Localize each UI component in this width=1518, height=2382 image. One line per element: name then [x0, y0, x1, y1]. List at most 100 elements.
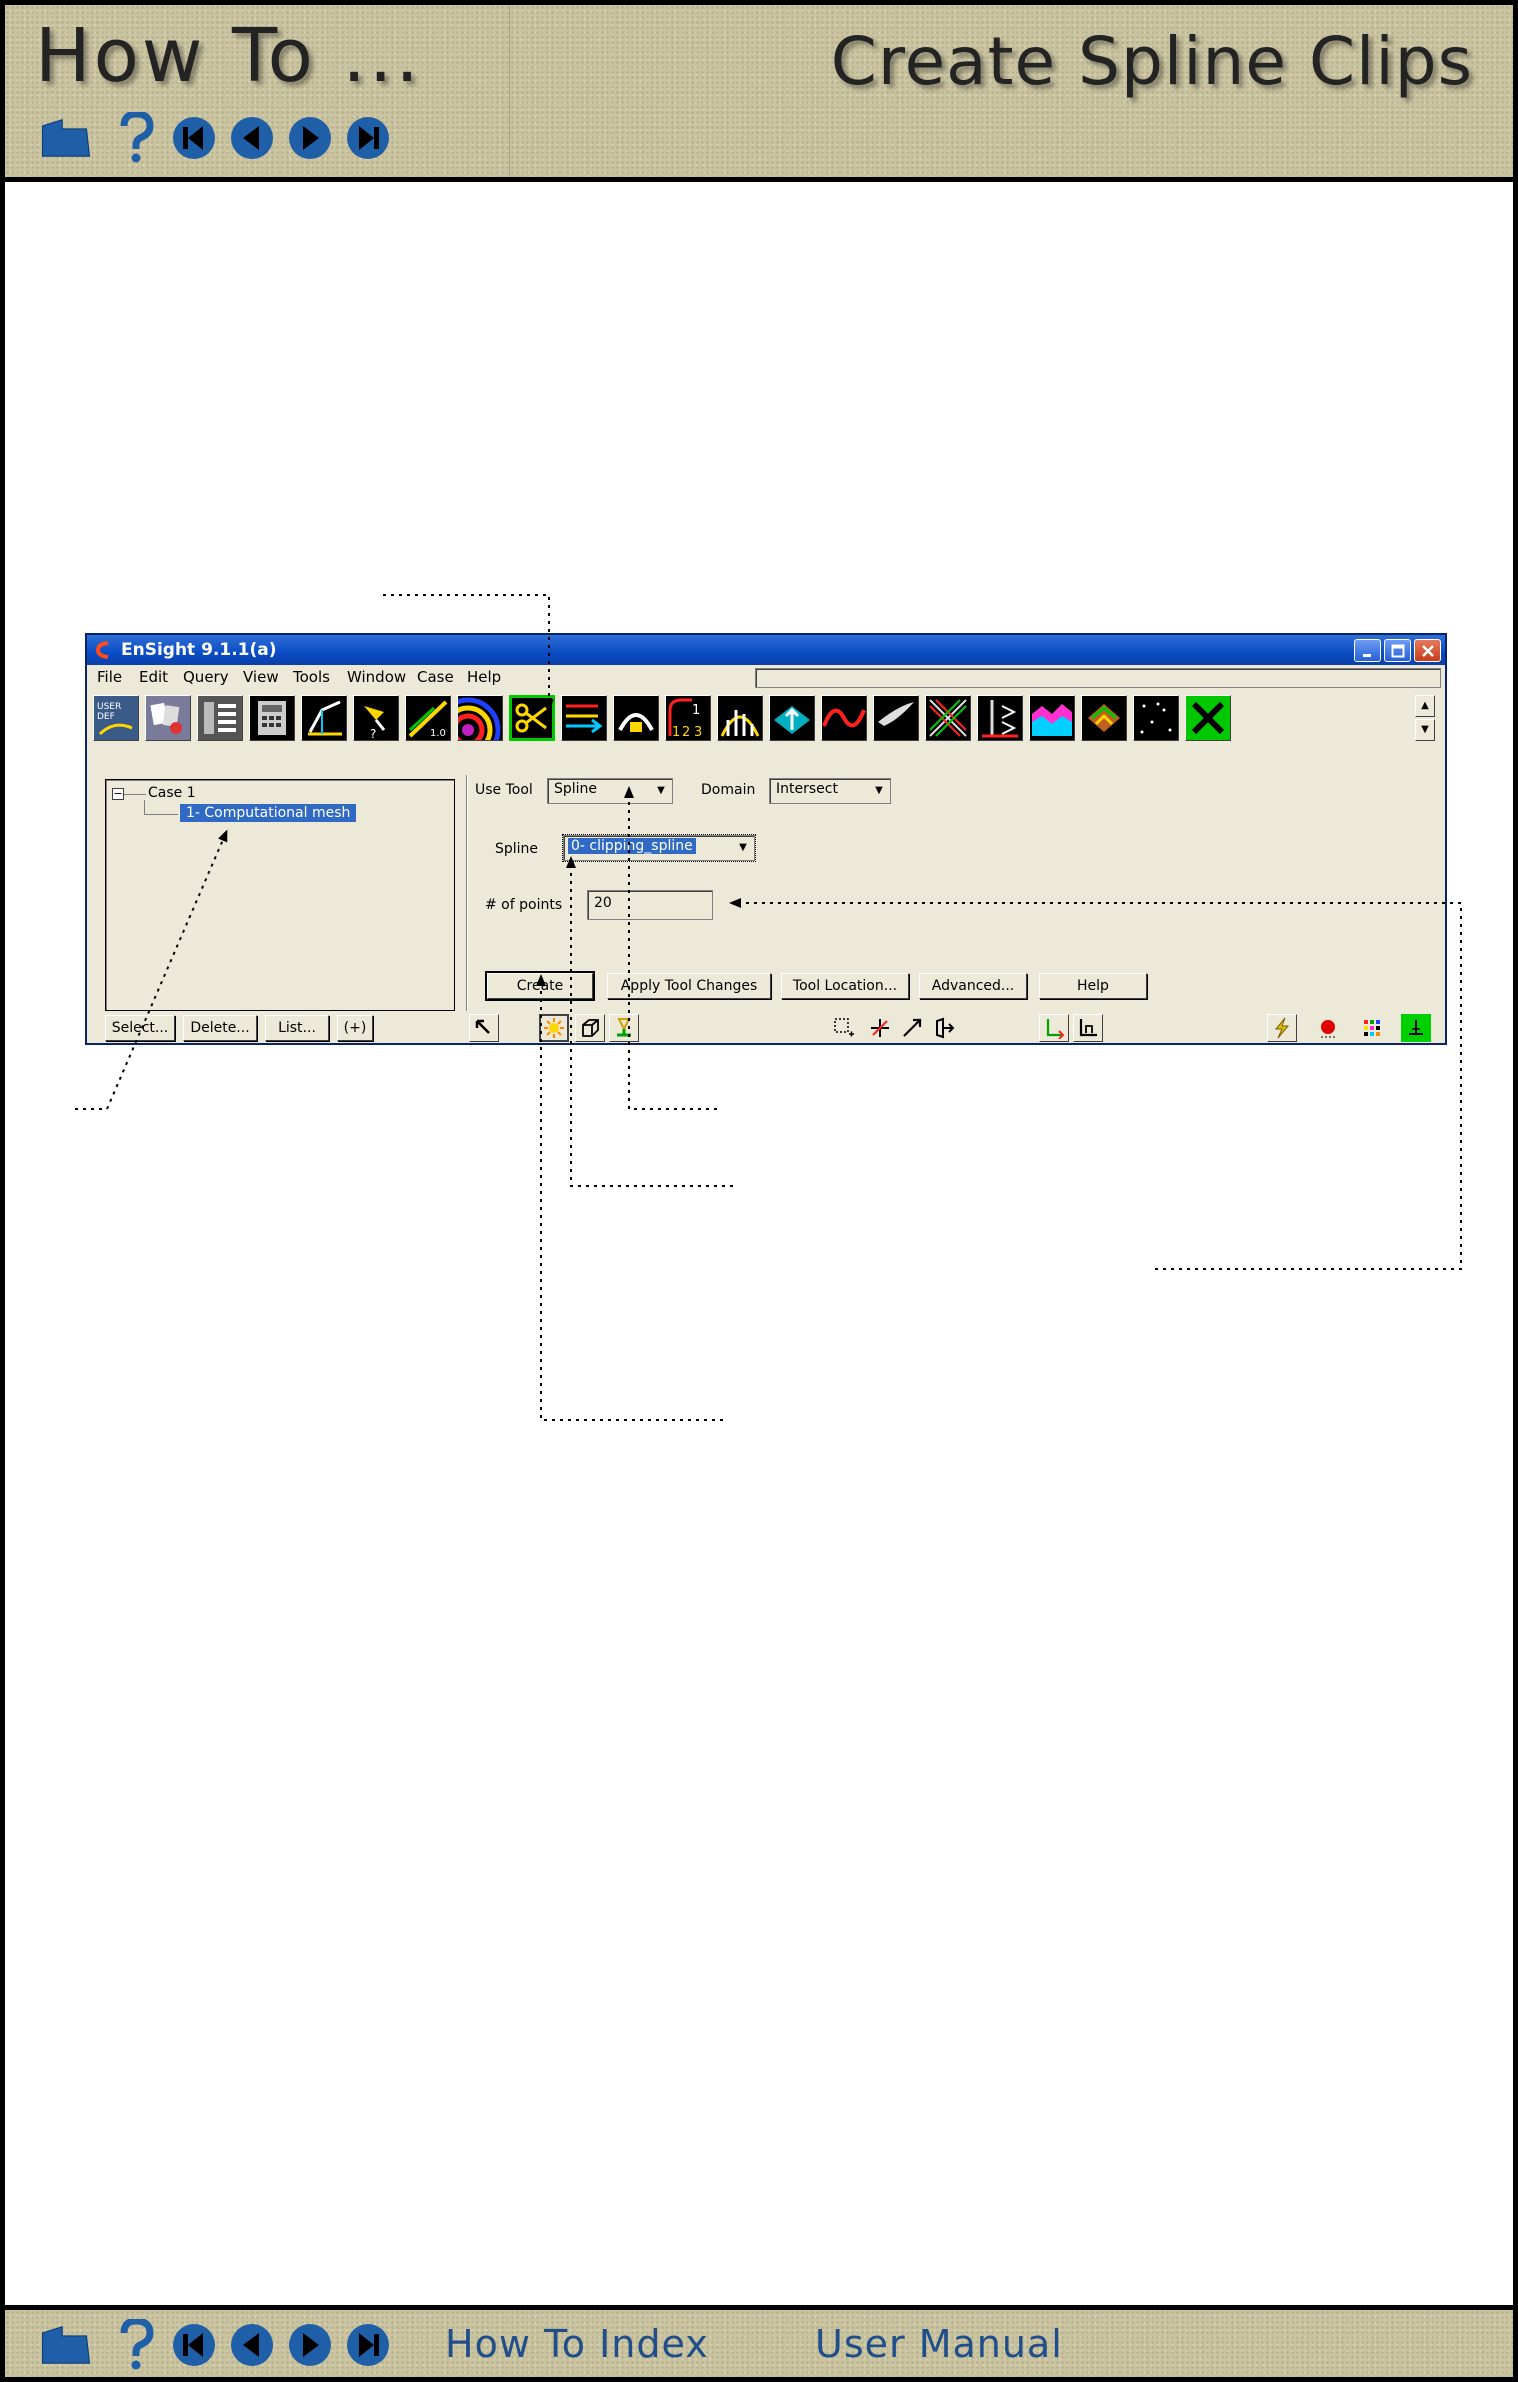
svg-text:1: 1	[672, 725, 680, 740]
menu-case[interactable]: Case	[417, 668, 454, 686]
maximize-button[interactable]	[1384, 639, 1411, 662]
subset-icon[interactable]	[977, 695, 1023, 741]
point-part-icon[interactable]	[1081, 695, 1127, 741]
help-button[interactable]: Help	[1039, 973, 1147, 999]
close-button[interactable]	[1414, 639, 1441, 662]
feature-toolbar: USER DEF ? 1.0 1 1 2 3 ▲ ▼	[93, 693, 1435, 743]
menu-tools[interactable]: Tools	[293, 668, 330, 686]
mesh-plot-icon[interactable]	[1401, 1014, 1431, 1042]
vortex-core-icon[interactable]	[873, 695, 919, 741]
lightning-icon[interactable]	[1267, 1014, 1297, 1042]
spline-select[interactable]: 0- clipping_spline ▼	[562, 834, 756, 862]
tensor-glyph-icon[interactable]: 1123	[665, 695, 711, 741]
list-button[interactable]: List...	[265, 1015, 329, 1041]
tree-case-label[interactable]: Case 1	[148, 785, 196, 801]
page-header: How To ... Create Spline Clips	[5, 5, 1513, 182]
help-icon[interactable]	[111, 112, 161, 163]
tree-connector	[144, 800, 145, 814]
extract-icon[interactable]	[1133, 695, 1179, 741]
user-manual-link[interactable]: User Manual	[815, 2322, 1063, 2366]
clip-tool-icon[interactable]	[509, 695, 555, 741]
minimize-button[interactable]	[1354, 639, 1381, 662]
create-parts-icon[interactable]	[145, 695, 191, 741]
tool-location-button[interactable]: Tool Location...	[781, 973, 909, 999]
profile-icon[interactable]	[769, 695, 815, 741]
page: How To ... Create Spline Clips EnSight 9…	[0, 0, 1518, 2382]
menu-query[interactable]: Query	[183, 668, 229, 686]
next-page-icon[interactable]	[285, 2320, 335, 2370]
toolbar-scroll: ▲ ▼	[1415, 695, 1435, 741]
create-button[interactable]: Create	[485, 971, 595, 1001]
cursor-tool-icon[interactable]	[865, 1014, 895, 1042]
part-mode-icon[interactable]	[539, 1014, 569, 1042]
annotation-axis-icon[interactable]	[1073, 1014, 1103, 1042]
collapse-toggle-icon[interactable]: −	[112, 788, 124, 800]
isosurface-icon[interactable]	[613, 695, 659, 741]
user-defined-tool-icon[interactable]: USER DEF	[93, 695, 139, 741]
elevated-surface-icon[interactable]	[301, 695, 347, 741]
expand-button[interactable]: (+)	[337, 1015, 373, 1041]
home-icon[interactable]	[41, 2320, 91, 2370]
material-icon[interactable]	[1029, 695, 1075, 741]
calculator-icon[interactable]	[249, 695, 295, 741]
window-titlebar[interactable]: EnSight 9.1.1(a)	[87, 635, 1445, 665]
domain-label: Domain	[701, 782, 756, 798]
footer-navbar	[41, 2319, 393, 2370]
contour-icon[interactable]	[457, 695, 503, 741]
toolbar-scroll-down-icon[interactable]: ▼	[1415, 719, 1435, 741]
plane-tool-icon[interactable]	[929, 1014, 959, 1042]
howto-index-link[interactable]: How To Index	[445, 2322, 709, 2366]
toolbar-scroll-up-icon[interactable]: ▲	[1415, 695, 1435, 717]
query-probe-icon[interactable]: ?	[353, 695, 399, 741]
shock-surface-icon[interactable]	[925, 695, 971, 741]
discard-icon[interactable]	[1185, 695, 1231, 741]
minimize-icon	[1362, 653, 1371, 657]
first-page-icon[interactable]	[169, 113, 219, 163]
frame-mode-icon[interactable]	[575, 1014, 605, 1042]
window-title: EnSight 9.1.1(a)	[121, 640, 277, 660]
chevron-down-icon: ▼	[875, 785, 883, 796]
previous-page-icon[interactable]	[227, 113, 277, 163]
part-tree: − Case 1 1- Computational mesh	[105, 779, 455, 1011]
svg-text:DEF: DEF	[97, 712, 115, 722]
next-page-icon[interactable]	[285, 113, 335, 163]
menu-view[interactable]: View	[243, 668, 279, 686]
record-icon[interactable]	[1313, 1014, 1343, 1042]
domain-select[interactable]: Intersect ▼	[769, 778, 891, 804]
points-field[interactable]: 20	[587, 890, 713, 920]
use-tool-select[interactable]: Spline ▼	[547, 778, 673, 804]
last-page-icon[interactable]	[343, 2320, 393, 2370]
panel-divider	[466, 775, 468, 1011]
region-select-icon[interactable]	[829, 1014, 859, 1042]
vector-arrows-icon[interactable]	[561, 695, 607, 741]
xyz-axis-icon[interactable]	[1039, 1014, 1069, 1042]
tree-part-item[interactable]: 1- Computational mesh	[180, 804, 357, 822]
select-button[interactable]: Select...	[105, 1015, 175, 1041]
last-page-icon[interactable]	[343, 113, 393, 163]
advanced-button[interactable]: Advanced...	[919, 973, 1027, 999]
menu-edit[interactable]: Edit	[139, 668, 168, 686]
menu-window[interactable]: Window	[347, 668, 406, 686]
use-tool-label: Use Tool	[475, 782, 533, 798]
separation-line-icon[interactable]	[821, 695, 867, 741]
line-plot-icon[interactable]: 1.0	[405, 695, 451, 741]
close-icon	[1421, 644, 1434, 657]
svg-text:1.0: 1.0	[430, 728, 446, 739]
selection-mode-icon[interactable]	[469, 1014, 499, 1042]
previous-page-icon[interactable]	[227, 2320, 277, 2370]
parts-list-icon[interactable]	[197, 695, 243, 741]
menu-file[interactable]: File	[97, 668, 122, 686]
particle-trace-icon[interactable]	[717, 695, 763, 741]
first-page-icon[interactable]	[169, 2320, 219, 2370]
tree-connector	[144, 814, 178, 815]
page-footer: How To Index User Manual	[5, 2305, 1513, 2377]
delete-button[interactable]: Delete...	[183, 1015, 257, 1041]
menu-help[interactable]: Help	[467, 668, 501, 686]
grid-dots-icon[interactable]	[1357, 1014, 1387, 1042]
home-icon[interactable]	[41, 113, 91, 163]
help-icon[interactable]	[111, 2319, 161, 2370]
apply-tool-changes-button[interactable]: Apply Tool Changes	[607, 973, 771, 999]
callout-create	[536, 974, 723, 1421]
line-tool-icon[interactable]	[897, 1014, 927, 1042]
tool-mode-icon[interactable]	[609, 1014, 639, 1042]
